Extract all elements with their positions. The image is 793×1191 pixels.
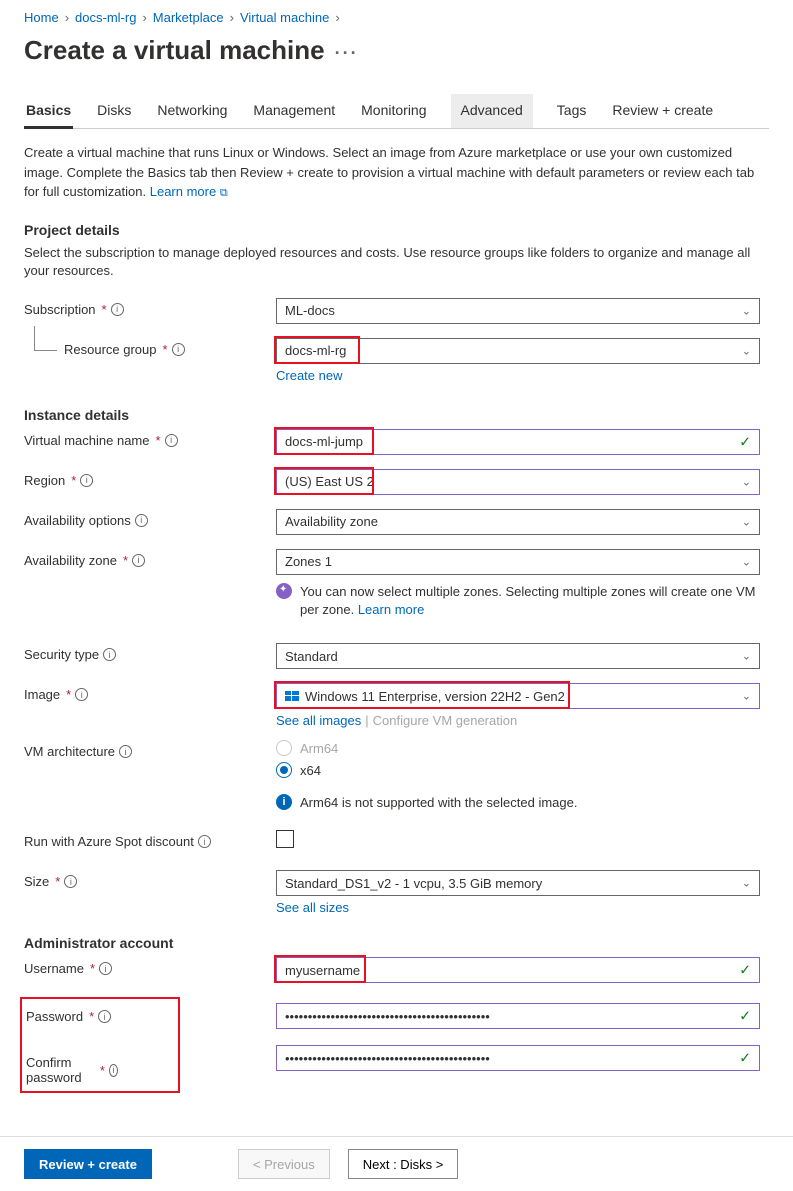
- info-icon[interactable]: i: [99, 962, 112, 975]
- previous-button: < Previous: [238, 1149, 330, 1179]
- confirm-password-label: Confirm password* i: [26, 1051, 118, 1085]
- size-select[interactable]: Standard_DS1_v2 - 1 vcpu, 3.5 GiB memory…: [276, 870, 760, 896]
- avail-zone-select[interactable]: Zones 1⌄: [276, 549, 760, 575]
- info-icon[interactable]: i: [119, 745, 132, 758]
- arch-arm64-radio: [276, 740, 292, 756]
- spot-checkbox[interactable]: [276, 830, 294, 848]
- tab-management[interactable]: Management: [251, 94, 337, 128]
- next-button[interactable]: Next : Disks >: [348, 1149, 459, 1179]
- tab-review[interactable]: Review + create: [610, 94, 715, 128]
- tab-networking[interactable]: Networking: [155, 94, 229, 128]
- tabs: Basics Disks Networking Management Monit…: [24, 94, 769, 129]
- password-input[interactable]: ••••••••••••••••••••••••••••••••••••••••…: [276, 1003, 760, 1029]
- breadcrumb-rg[interactable]: docs-ml-rg: [75, 10, 136, 25]
- see-all-sizes-link[interactable]: See all sizes: [276, 900, 349, 915]
- info-icon[interactable]: i: [198, 835, 211, 848]
- chevron-right-icon: ›: [65, 10, 69, 25]
- security-type-label: Security type i: [24, 643, 276, 662]
- instance-details-heading: Instance details: [24, 407, 769, 423]
- check-icon: ✓: [739, 1008, 751, 1025]
- spot-label: Run with Azure Spot discount i: [24, 830, 276, 849]
- intro-text: Create a virtual machine that runs Linux…: [24, 143, 769, 202]
- info-circle-icon: i: [276, 794, 292, 810]
- configure-gen-link: Configure VM generation: [373, 713, 518, 728]
- breadcrumb: Home › docs-ml-rg › Marketplace › Virtual m…: [24, 8, 769, 25]
- avail-options-select[interactable]: Availability zone⌄: [276, 509, 760, 535]
- check-icon: ✓: [739, 962, 751, 979]
- breadcrumb-home[interactable]: Home: [24, 10, 59, 25]
- chevron-down-icon: ⌄: [742, 344, 751, 357]
- info-icon[interactable]: i: [109, 1064, 118, 1077]
- admin-account-heading: Administrator account: [24, 935, 769, 951]
- info-icon[interactable]: i: [103, 648, 116, 661]
- info-icon[interactable]: i: [98, 1010, 111, 1023]
- image-select[interactable]: Windows 11 Enterprise, version 22H2 - Ge…: [276, 683, 760, 709]
- project-details-heading: Project details: [24, 222, 769, 238]
- footer: Review + create < Previous Next : Disks …: [0, 1136, 793, 1191]
- chevron-down-icon: ⌄: [742, 475, 751, 488]
- breadcrumb-marketplace[interactable]: Marketplace: [153, 10, 224, 25]
- info-icon[interactable]: i: [111, 303, 124, 316]
- info-icon[interactable]: i: [172, 343, 185, 356]
- zone-info-msg: You can now select multiple zones. Selec…: [276, 583, 760, 619]
- avail-zone-label: Availability zone* i: [24, 549, 276, 568]
- sparkle-icon: [276, 583, 292, 599]
- tab-tags[interactable]: Tags: [555, 94, 589, 128]
- windows-icon: [285, 691, 299, 701]
- avail-options-label: Availability options i: [24, 509, 276, 528]
- vm-name-label: Virtual machine name* i: [24, 429, 276, 448]
- info-icon[interactable]: i: [64, 875, 77, 888]
- external-link-icon: ⧉: [220, 187, 228, 199]
- tab-advanced[interactable]: Advanced: [451, 94, 533, 128]
- confirm-password-input[interactable]: ••••••••••••••••••••••••••••••••••••••••…: [276, 1045, 760, 1071]
- size-label: Size* i: [24, 870, 276, 889]
- page-title: Create a virtual machine···: [24, 35, 769, 66]
- create-new-link[interactable]: Create new: [276, 368, 342, 383]
- password-label: Password* i: [26, 1005, 111, 1024]
- info-icon[interactable]: i: [132, 554, 145, 567]
- resource-group-label: Resource group* i: [24, 338, 276, 357]
- chevron-down-icon: ⌄: [742, 877, 751, 890]
- username-input[interactable]: myusername✓: [276, 957, 760, 983]
- info-icon[interactable]: i: [165, 434, 178, 447]
- breadcrumb-vm[interactable]: Virtual machine: [240, 10, 329, 25]
- chevron-down-icon: ⌄: [742, 555, 751, 568]
- arch-info-msg: iArm64 is not supported with the selecte…: [276, 794, 760, 810]
- vm-arch-label: VM architecture i: [24, 740, 276, 759]
- project-details-sub: Select the subscription to manage deploy…: [24, 244, 769, 280]
- tab-monitoring[interactable]: Monitoring: [359, 94, 428, 128]
- learn-more-link[interactable]: Learn more ⧉: [150, 184, 228, 199]
- region-label: Region* i: [24, 469, 276, 488]
- review-create-button[interactable]: Review + create: [24, 1149, 152, 1179]
- chevron-down-icon: ⌄: [742, 650, 751, 663]
- vm-name-input[interactable]: docs-ml-jump✓: [276, 429, 760, 455]
- check-icon: ✓: [739, 433, 751, 450]
- see-all-images-link[interactable]: See all images: [276, 713, 361, 728]
- arch-x64-radio[interactable]: [276, 762, 292, 778]
- chevron-right-icon: ›: [335, 10, 339, 25]
- region-select[interactable]: (US) East US 2⌄: [276, 469, 760, 495]
- security-type-select[interactable]: Standard⌄: [276, 643, 760, 669]
- username-label: Username* i: [24, 957, 276, 976]
- tab-disks[interactable]: Disks: [95, 94, 133, 128]
- chevron-down-icon: ⌄: [742, 515, 751, 528]
- resource-group-select[interactable]: docs-ml-rg⌄: [276, 338, 760, 364]
- check-icon: ✓: [739, 1050, 751, 1067]
- info-icon[interactable]: i: [80, 474, 93, 487]
- info-icon[interactable]: i: [135, 514, 148, 527]
- chevron-right-icon: ›: [142, 10, 146, 25]
- chevron-right-icon: ›: [230, 10, 234, 25]
- chevron-down-icon: ⌄: [742, 304, 751, 317]
- more-icon[interactable]: ···: [335, 43, 359, 63]
- tab-basics[interactable]: Basics: [24, 94, 73, 129]
- zone-learn-more-link[interactable]: Learn more: [358, 602, 424, 617]
- subscription-label: Subscription* i: [24, 298, 276, 317]
- subscription-select[interactable]: ML-docs⌄: [276, 298, 760, 324]
- info-icon[interactable]: i: [75, 688, 88, 701]
- image-label: Image* i: [24, 683, 276, 702]
- chevron-down-icon: ⌄: [742, 690, 751, 703]
